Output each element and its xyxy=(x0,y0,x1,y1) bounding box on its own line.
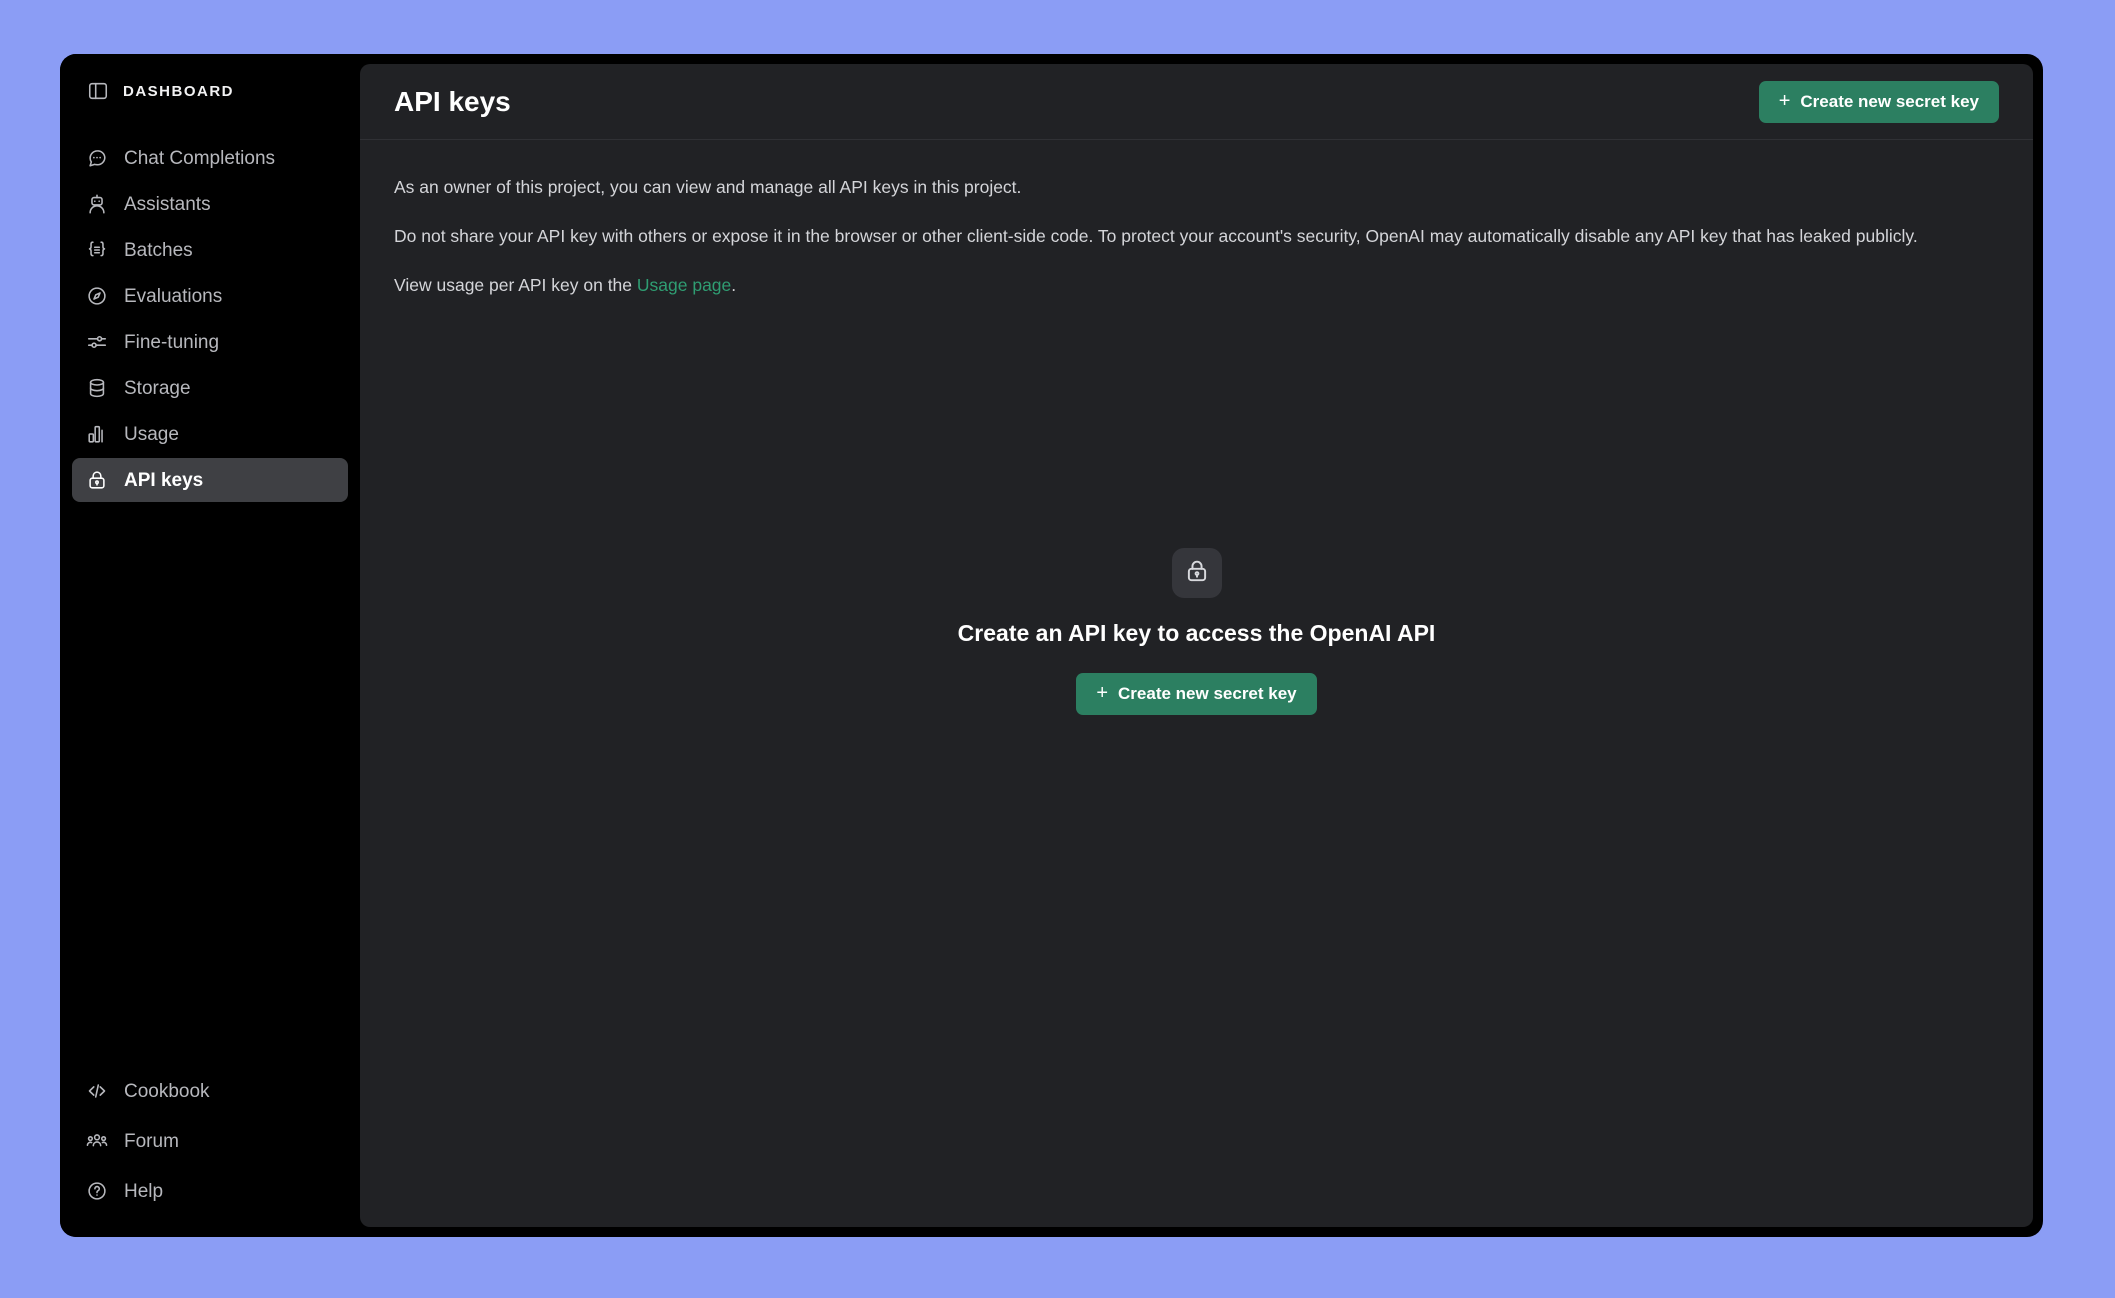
security-warning-paragraph: Do not share your API key with others or… xyxy=(394,226,1918,247)
sidebar-item-label: Storage xyxy=(124,377,191,399)
plus-icon: + xyxy=(1778,89,1791,112)
sidebar-item-label: Chat Completions xyxy=(124,147,276,169)
empty-state: Create an API key to access the OpenAI A… xyxy=(360,548,2033,715)
sidebar-item-label: Fine-tuning xyxy=(124,331,220,353)
sidebar-header[interactable]: DASHBOARD xyxy=(60,54,360,128)
database-icon xyxy=(86,377,108,399)
sidebar-item-usage[interactable]: Usage xyxy=(72,412,348,456)
sidebar-nav: Chat Completions Assistants Batches Eval… xyxy=(60,128,360,502)
usage-link-suffix: . xyxy=(731,275,737,296)
sidebar: DASHBOARD Chat Completions Assistants Ba… xyxy=(60,54,360,1237)
robot-icon xyxy=(86,193,108,215)
page-header: API keys + Create new secret key xyxy=(360,64,2033,140)
sidebar-item-cookbook[interactable]: Cookbook xyxy=(72,1069,348,1113)
usage-page-link[interactable]: Usage page xyxy=(637,275,731,295)
sidebar-item-fine-tuning[interactable]: Fine-tuning xyxy=(72,320,348,364)
sidebar-item-label: Cookbook xyxy=(124,1080,210,1102)
sidebar-header-label: DASHBOARD xyxy=(123,82,234,100)
compass-icon xyxy=(86,285,108,307)
lock-icon xyxy=(1184,558,1210,589)
people-group-icon xyxy=(86,1130,108,1152)
create-new-secret-key-label: Create new secret key xyxy=(1118,684,1297,703)
sidebar-item-label: Assistants xyxy=(124,193,211,215)
empty-state-button-wrap: + Create new secret key xyxy=(1076,673,1317,715)
sidebar-item-storage[interactable]: Storage xyxy=(72,366,348,410)
plus-icon: + xyxy=(1096,682,1109,704)
sidebar-item-forum[interactable]: Forum xyxy=(72,1119,348,1163)
app-window: DASHBOARD Chat Completions Assistants Ba… xyxy=(60,54,2043,1237)
sidebar-item-batches[interactable]: Batches xyxy=(72,228,348,272)
sidebar-item-evaluations[interactable]: Evaluations xyxy=(72,274,348,318)
sidebar-item-assistants[interactable]: Assistants xyxy=(72,182,348,226)
braces-list-icon xyxy=(86,239,108,261)
bar-chart-icon xyxy=(86,423,108,445)
sidebar-item-label: Forum xyxy=(124,1130,179,1152)
sidebar-item-label: Usage xyxy=(124,423,179,445)
sidebar-item-help[interactable]: Help xyxy=(72,1169,348,1213)
lock-icon xyxy=(86,469,108,491)
question-circle-icon xyxy=(86,1180,108,1202)
sidebar-bottom-nav: Cookbook Forum Help xyxy=(60,1069,360,1219)
sidebar-item-label: Evaluations xyxy=(124,285,223,307)
create-new-secret-key-button-header[interactable]: + Create new secret key xyxy=(1758,80,1999,123)
create-new-secret-key-label: Create new secret key xyxy=(1800,91,1979,111)
desktop-background: DASHBOARD Chat Completions Assistants Ba… xyxy=(0,0,2115,1298)
sidebar-item-label: API keys xyxy=(124,469,204,491)
chat-bubble-icon xyxy=(86,147,108,169)
lock-icon-tile xyxy=(1171,548,1222,598)
panel-left-icon xyxy=(87,80,109,102)
code-brackets-icon xyxy=(86,1080,108,1102)
empty-state-title: Create an API key to access the OpenAI A… xyxy=(957,620,1436,646)
usage-link-prefix: View usage per API key on the xyxy=(394,275,637,296)
sliders-icon xyxy=(86,331,108,353)
owner-info-paragraph: As an owner of this project, you can vie… xyxy=(394,177,1022,197)
page-title: API keys xyxy=(394,85,511,117)
page-body: As an owner of this project, you can vie… xyxy=(360,140,2033,1227)
sidebar-item-label: Batches xyxy=(124,239,193,261)
sidebar-item-api-keys[interactable]: API keys xyxy=(72,458,348,502)
main-content: API keys + Create new secret key As an o… xyxy=(360,64,2033,1227)
usage-link-paragraph: View usage per API key on the Usage page… xyxy=(394,272,1999,299)
sidebar-item-label: Help xyxy=(124,1180,164,1202)
create-new-secret-key-button-empty-state[interactable]: + Create new secret key xyxy=(1076,673,1317,715)
sidebar-item-chat-completions[interactable]: Chat Completions xyxy=(72,136,348,180)
